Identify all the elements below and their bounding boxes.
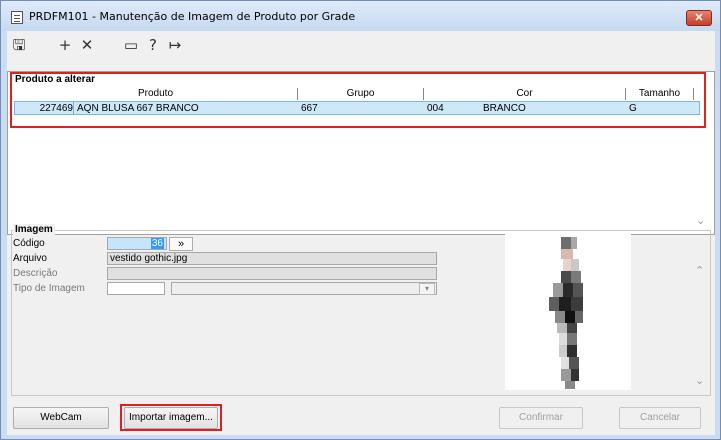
import-image-button[interactable]: Importar imagem... <box>124 407 218 429</box>
col-header-cor[interactable]: Cor <box>424 88 626 100</box>
add-icon[interactable]: + <box>57 37 73 53</box>
tipo-imagem-select[interactable] <box>171 282 437 295</box>
main-window: PRDFM101 - Manutenção de Imagem de Produ… <box>0 0 721 440</box>
title-bar[interactable]: PRDFM101 - Manutenção de Imagem de Produ… <box>1 1 720 31</box>
highlight-box-produto <box>10 72 706 128</box>
col-header-tamanho[interactable]: Tamanho <box>626 88 694 100</box>
product-grid-area: Produto a alterar Produto Grupo Cor Tama… <box>7 71 715 235</box>
chevron-down-icon[interactable]: ▾ <box>419 283 435 295</box>
cell-cor-nome: BRANCO <box>483 103 526 114</box>
confirm-button[interactable]: Confirmar <box>499 407 583 429</box>
document-icon <box>11 11 23 24</box>
cell-descricao: AQN BLUSA 667 BRANCO <box>77 103 199 114</box>
window-title: PRDFM101 - Manutenção de Imagem de Produ… <box>29 10 356 23</box>
cell-cor-codigo: 004 <box>427 103 444 114</box>
tipo-imagem-label: Tipo de Imagem <box>13 283 85 294</box>
webcam-button[interactable]: WebCam <box>13 407 109 429</box>
save-icon[interactable]: 🖫 <box>11 37 27 53</box>
descricao-label: Descrição <box>13 268 58 279</box>
cell-grupo: 667 <box>301 103 318 114</box>
chevron-down-icon[interactable]: ⌄ <box>695 374 704 387</box>
lookup-button[interactable]: » <box>169 237 193 251</box>
product-image-preview <box>505 231 631 390</box>
calendar-icon[interactable]: ▭ <box>123 37 139 53</box>
col-header-produto[interactable]: Produto <box>14 88 298 100</box>
table-row[interactable]: 227469 AQN BLUSA 667 BRANCO 667 004 BRAN… <box>14 101 700 115</box>
codigo-label: Código <box>13 238 45 249</box>
toolbar: 🖫 + ✕ ▭ ? ↦ <box>7 31 715 59</box>
delete-icon[interactable]: ✕ <box>79 37 95 53</box>
client-area: 🖫 + ✕ ▭ ? ↦ Produto a alterar Produto Gr… <box>7 31 715 435</box>
arquivo-field: vestido gothic.jpg <box>107 252 437 265</box>
arquivo-label: Arquivo <box>13 253 47 264</box>
help-icon[interactable]: ? <box>145 37 161 53</box>
cell-codigo: 227469 <box>39 103 73 114</box>
descricao-field <box>107 267 437 280</box>
produto-section-title: Produto a alterar <box>15 74 96 85</box>
cancel-button[interactable]: Cancelar <box>619 407 701 429</box>
exit-icon[interactable]: ↦ <box>167 37 183 53</box>
imagem-section-title: Imagem <box>13 224 55 235</box>
codigo-input[interactable]: 36 <box>107 237 167 250</box>
tipo-imagem-code-input[interactable] <box>107 282 165 295</box>
cell-tamanho: G <box>629 103 637 114</box>
cell-divider <box>73 102 74 114</box>
col-header-grupo[interactable]: Grupo <box>298 88 424 100</box>
chevron-up-icon[interactable]: ⌃ <box>695 264 704 277</box>
close-button[interactable]: ✕ <box>686 10 712 26</box>
